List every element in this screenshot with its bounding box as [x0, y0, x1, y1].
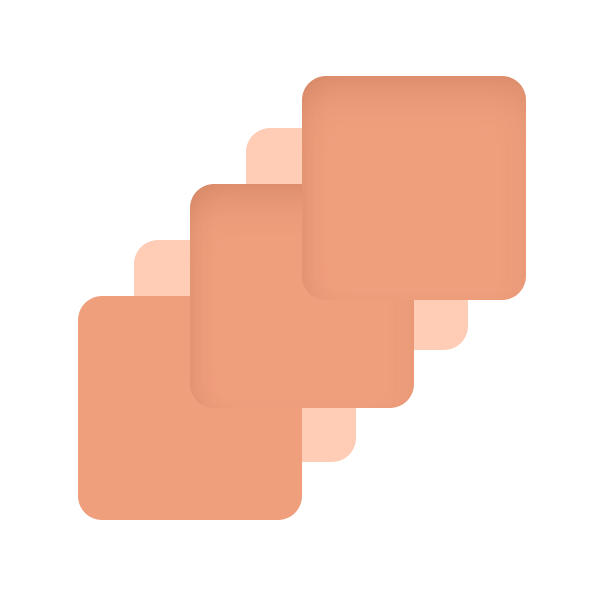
square-upper-right [302, 76, 526, 300]
stacked-squares-graphic [0, 0, 600, 600]
